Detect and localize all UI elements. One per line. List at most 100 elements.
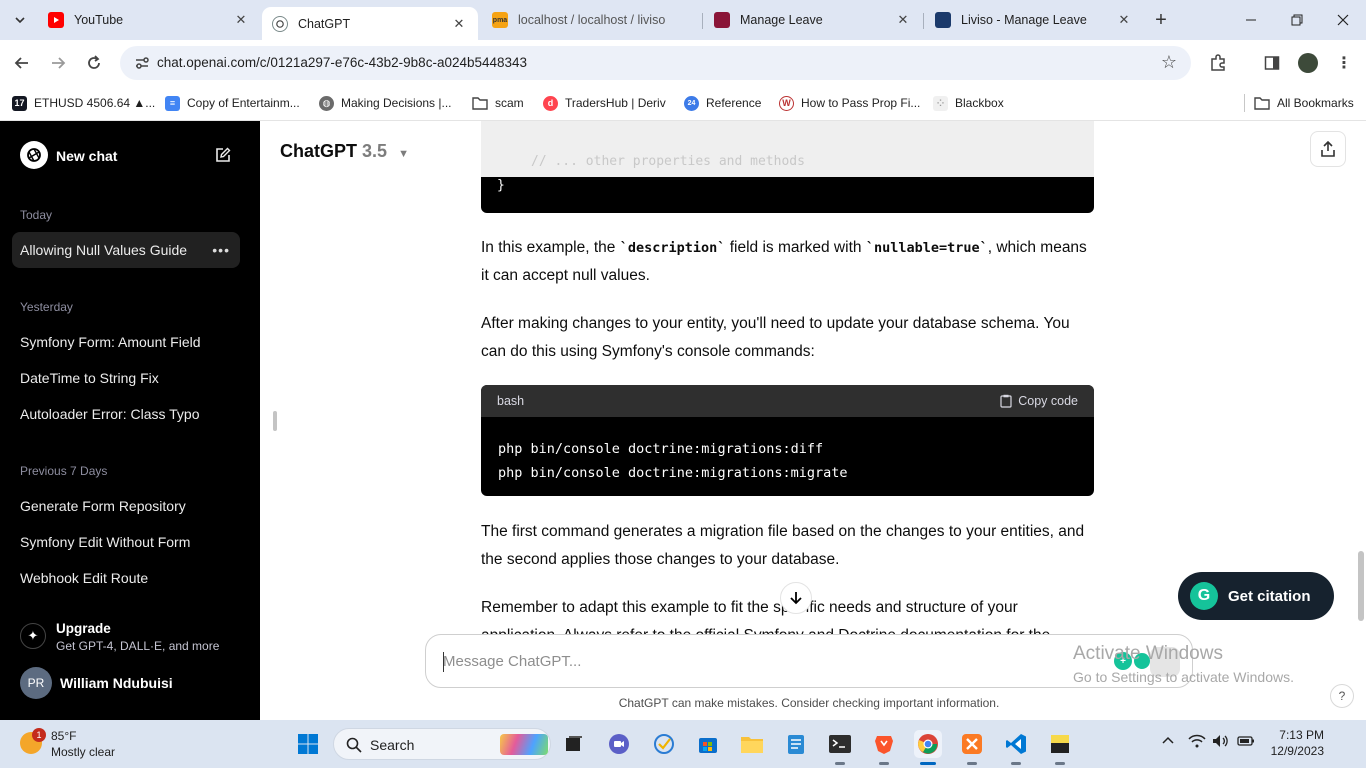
restore-button[interactable] — [1274, 0, 1320, 40]
taskbar-notepad[interactable] — [782, 730, 810, 758]
bookmark-tradershub[interactable]: d TradersHub | Deriv — [543, 93, 666, 113]
more-options-icon[interactable]: ••• — [212, 232, 230, 268]
taskbar-sticky-notes[interactable] — [1046, 730, 1074, 758]
message-input-placeholder[interactable]: Message ChatGPT... — [443, 653, 581, 670]
new-tab-button[interactable]: + — [1147, 6, 1175, 34]
wifi-icon — [1188, 734, 1206, 748]
tab-title: Liviso - Manage Leave — [961, 13, 1087, 27]
taskbar-vscode[interactable] — [1002, 730, 1030, 758]
scroll-to-bottom-button[interactable] — [780, 582, 812, 614]
store-icon — [699, 738, 717, 753]
extensions-button[interactable] — [1208, 53, 1228, 73]
chrome-icon — [918, 734, 938, 754]
sidebar-resize-handle[interactable] — [273, 411, 277, 431]
user-menu-button[interactable]: PR William Ndubuisi — [20, 667, 250, 699]
notepad-icon — [788, 735, 804, 754]
site-info-icon[interactable] — [134, 55, 150, 71]
help-button[interactable]: ? — [1330, 684, 1354, 708]
bookmark-label: TradersHub | Deriv — [565, 96, 666, 110]
bookmark-making-decisions[interactable]: ◍ Making Decisions |... — [319, 93, 452, 113]
bookmark-label: ETHUSD 4506.64 ▲... — [34, 96, 156, 110]
history-item[interactable]: Symfony Form: Amount Field — [12, 324, 240, 360]
history-item[interactable]: Symfony Edit Without Form — [12, 524, 240, 560]
close-icon[interactable]: ✕ — [450, 16, 468, 32]
video-call-icon — [609, 734, 629, 754]
bookmark-star-icon[interactable]: ☆ — [1161, 52, 1177, 73]
tab-youtube[interactable]: YouTube ✕ — [38, 0, 260, 40]
taskbar-terminal[interactable] — [826, 730, 854, 758]
weather-condition: Mostly clear — [51, 745, 116, 759]
vscode-icon — [1006, 734, 1026, 754]
copy-code-button[interactable]: Copy code — [1000, 394, 1078, 408]
tray-chevron-button[interactable] — [1161, 734, 1175, 751]
tray-battery[interactable] — [1237, 734, 1255, 751]
tab-chatgpt[interactable]: ChatGPT ✕ — [262, 7, 478, 40]
restore-icon — [1291, 14, 1303, 26]
share-button[interactable] — [1310, 131, 1346, 167]
forward-button[interactable] — [44, 49, 72, 77]
start-button[interactable] — [294, 730, 322, 758]
taskbar-search[interactable]: Search — [333, 728, 551, 760]
address-bar[interactable]: chat.openai.com/c/0121a297-e76c-43b2-9b8… — [120, 46, 1191, 80]
taskbar-meet[interactable] — [605, 730, 633, 758]
model-selector[interactable]: ChatGPT 3.5 ▼ — [280, 141, 409, 162]
taskbar-store[interactable] — [694, 730, 722, 758]
folder-icon — [1254, 97, 1270, 110]
avatar: PR — [20, 667, 52, 699]
new-chat-button[interactable]: New chat — [20, 141, 240, 169]
model-version: 3.5 — [362, 141, 388, 161]
history-item[interactable]: Webhook Edit Route — [12, 560, 240, 596]
upgrade-subtitle: Get GPT-4, DALL·E, and more — [56, 639, 220, 653]
windows-taskbar: 1 85°F Mostly clear Search 7:13 PM 12/9/… — [0, 720, 1366, 768]
all-bookmarks-button[interactable]: All Bookmarks — [1244, 93, 1354, 113]
close-icon[interactable]: ✕ — [1115, 12, 1133, 28]
tray-wifi[interactable] — [1188, 734, 1206, 751]
avatar — [1298, 53, 1318, 73]
browser-menu-button[interactable]: ⋮ — [1334, 53, 1354, 73]
side-panel-button[interactable] — [1262, 53, 1282, 73]
taskbar-brave[interactable] — [870, 730, 898, 758]
scrollbar-thumb[interactable] — [1358, 551, 1364, 621]
profile-avatar[interactable] — [1298, 53, 1318, 73]
upgrade-plan-button[interactable]: ✦ Upgrade Get GPT-4, DALL·E, and more — [20, 619, 250, 659]
bookmark-copy-of-entertainment[interactable]: ≡ Copy of Entertainm... — [165, 93, 300, 113]
system-clock[interactable]: 7:13 PM 12/9/2023 — [1268, 728, 1324, 758]
taskbar-xampp[interactable] — [958, 730, 986, 758]
close-icon[interactable]: ✕ — [232, 12, 250, 28]
weather-widget[interactable]: 1 85°F Mostly clear — [18, 728, 168, 760]
close-window-button[interactable] — [1320, 0, 1366, 40]
taskbar-file-explorer[interactable] — [738, 730, 766, 758]
back-button[interactable] — [8, 49, 36, 77]
bookmark-folder-scam[interactable]: scam — [472, 93, 524, 113]
taskbar-task-view[interactable] — [560, 730, 588, 758]
bookmark-ethusd[interactable]: 17 ETHUSD 4506.64 ▲... — [12, 93, 155, 113]
taskbar-chrome[interactable] — [914, 730, 942, 758]
history-item-label: Symfony Edit Without Form — [20, 534, 191, 550]
tab-manage-leave[interactable]: Manage Leave ✕ — [704, 0, 922, 40]
history-item[interactable]: Generate Form Repository — [12, 488, 240, 524]
tab-phpmyadmin[interactable]: pma localhost / localhost / liviso — [482, 0, 700, 40]
message-paragraph: The first command generates a migration … — [481, 523, 1085, 568]
close-icon[interactable]: ✕ — [894, 12, 912, 28]
bookmark-reference[interactable]: 24 Reference — [684, 93, 761, 113]
code-content: php bin/console doctrine:migrations:diff… — [498, 441, 848, 481]
edit-icon[interactable] — [214, 146, 232, 164]
history-item[interactable]: DateTime to String Fix — [12, 360, 240, 396]
folder-icon — [741, 737, 763, 753]
new-chat-label: New chat — [56, 148, 118, 164]
tab-liviso[interactable]: Liviso - Manage Leave ✕ — [925, 0, 1143, 40]
site-icon: W — [779, 95, 794, 111]
activate-subtitle: Go to Settings to activate Windows. — [1073, 669, 1294, 685]
bookmark-prop-firm[interactable]: W How to Pass Prop Fi... — [779, 93, 920, 113]
tab-search-button[interactable] — [6, 6, 34, 34]
reload-button[interactable] — [80, 49, 108, 77]
bookmark-blackbox[interactable]: ⁘ Blackbox — [933, 93, 1004, 113]
tray-volume[interactable] — [1212, 734, 1230, 751]
history-item[interactable]: Allowing Null Values Guide ••• — [12, 232, 240, 268]
running-indicator — [835, 762, 845, 765]
taskbar-checkin[interactable] — [650, 730, 678, 758]
minimize-button[interactable] — [1228, 0, 1274, 40]
get-citation-button[interactable]: G Get citation — [1178, 572, 1334, 620]
windows-activation-watermark: Activate Windows Go to Settings to activ… — [1073, 643, 1294, 685]
history-item[interactable]: Autoloader Error: Class Typo — [12, 396, 240, 432]
